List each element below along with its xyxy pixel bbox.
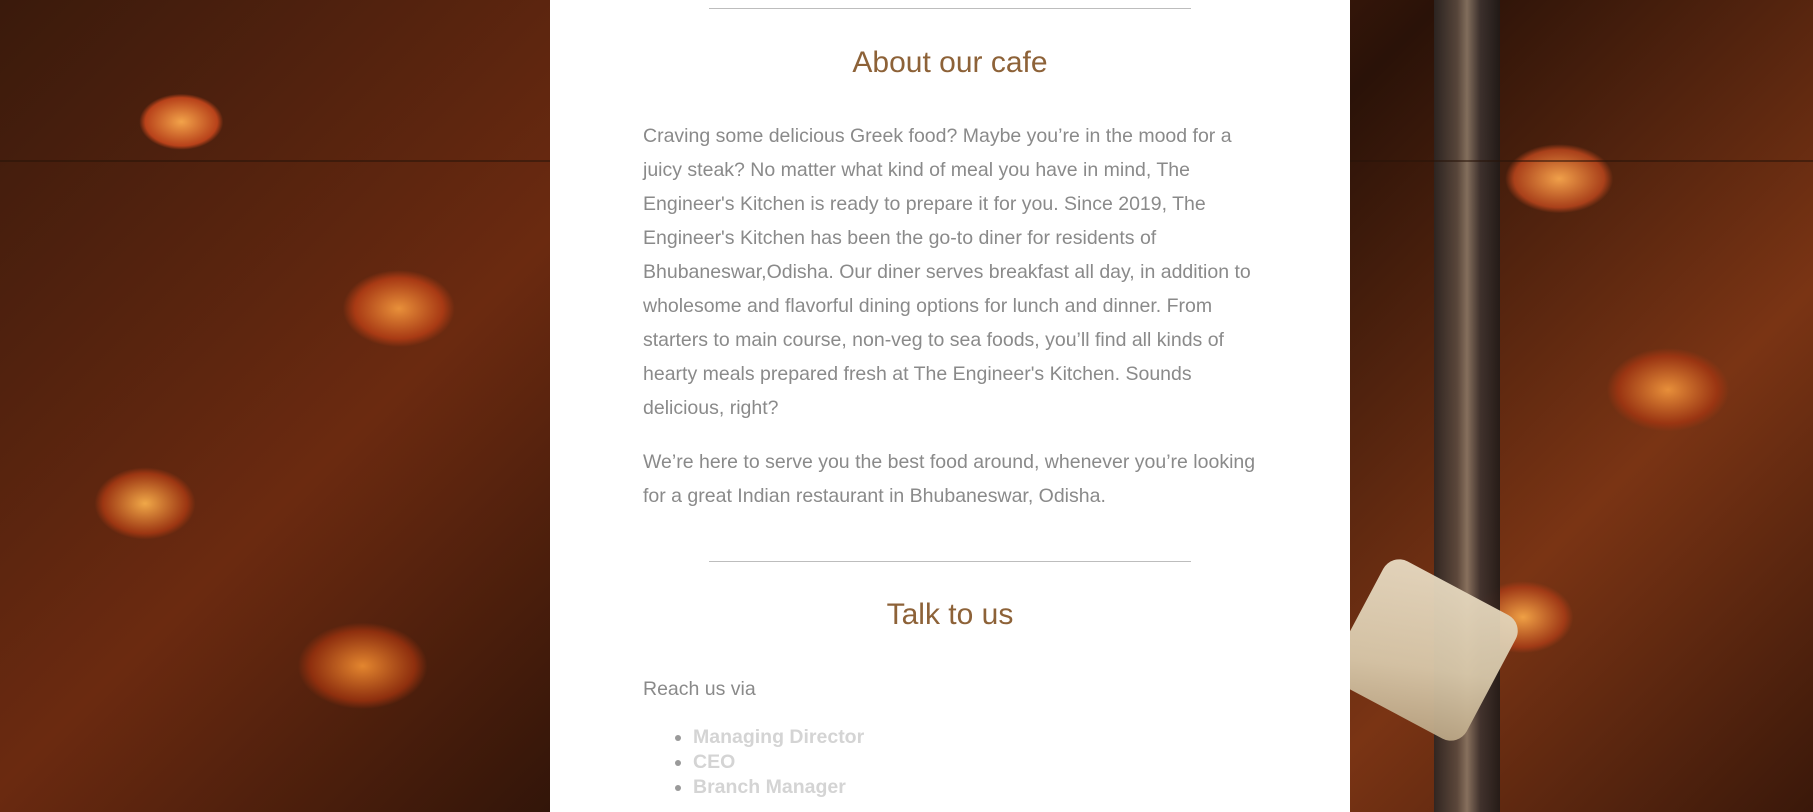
section-divider-middle [709, 561, 1191, 562]
contact-list: Managing Director CEO Branch Manager [643, 725, 864, 800]
reach-us-text: Reach us via [643, 678, 756, 700]
talk-heading: Talk to us [886, 598, 1014, 631]
section-divider-top [709, 8, 1191, 9]
contact-ceo[interactable]: CEO [693, 750, 864, 775]
contact-branch-manager[interactable]: Branch Manager [693, 775, 864, 800]
content-panel: About our cafe Craving some delicious Gr… [550, 0, 1350, 812]
contact-managing-director[interactable]: Managing Director [693, 725, 864, 750]
about-paragraph-2: We’re here to serve you the best food ar… [643, 451, 1256, 507]
about-paragraph-1: Craving some delicious Greek food? Maybe… [643, 125, 1251, 419]
about-heading: About our cafe [852, 46, 1048, 79]
